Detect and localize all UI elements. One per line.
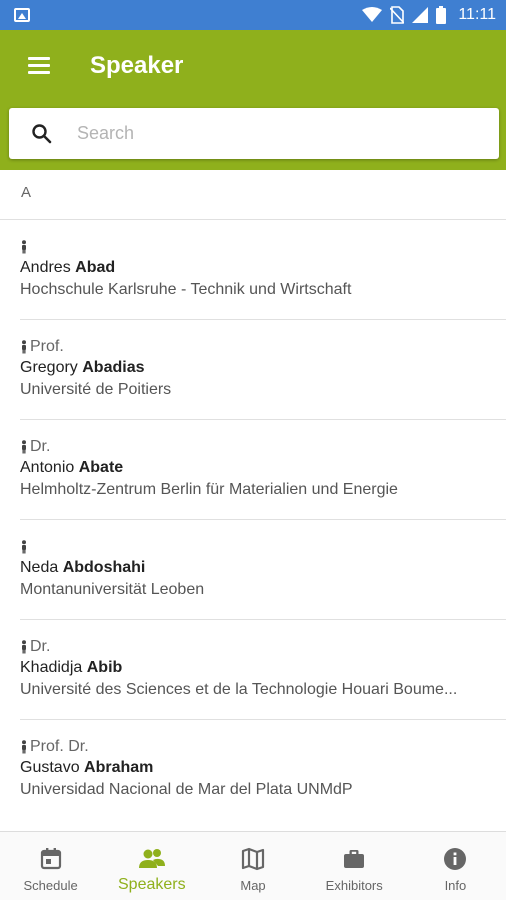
speaker-last-name: Abadias <box>82 359 145 376</box>
nav-label: Schedule <box>23 878 78 893</box>
nav-label: Info <box>444 878 467 893</box>
nav-map[interactable]: Map <box>202 832 303 900</box>
speaker-first-name: Andres <box>20 259 71 276</box>
speaker-last-name: Abib <box>86 659 123 676</box>
speaker-name: Gregory Abadias <box>20 359 145 377</box>
status-bar: 11:11 <box>0 0 506 30</box>
nav-label: Exhibitors <box>325 878 383 893</box>
wifi-icon <box>362 7 383 22</box>
app-bar: Speaker <box>0 30 506 170</box>
speaker-first-name: Antonio <box>20 459 75 476</box>
speaker-name: Andres Abad <box>20 259 115 277</box>
image-notification-icon <box>14 8 30 22</box>
speaker-name: Neda Abdoshahi <box>20 559 145 577</box>
speaker-name: Antonio Abate <box>20 459 123 477</box>
speaker-row[interactable]: Neda Abdoshahi Montanuniversität Leoben <box>20 520 506 620</box>
speaker-academic-title: Prof. <box>30 338 64 355</box>
nav-speakers[interactable]: Speakers <box>101 832 202 900</box>
speaker-first-name: Gustavo <box>20 759 80 776</box>
menu-icon[interactable] <box>28 57 52 75</box>
speaker-last-name: Abate <box>78 459 124 476</box>
person-icon <box>22 740 26 754</box>
speaker-organization: Université de Poitiers <box>20 381 172 398</box>
nav-label: Map <box>240 878 266 893</box>
map-icon <box>241 847 265 871</box>
calendar-icon <box>40 848 61 870</box>
search-icon <box>32 124 52 144</box>
speaker-first-name: Neda <box>20 559 59 576</box>
search-bar[interactable] <box>9 108 499 159</box>
status-time: 11:11 <box>458 6 496 23</box>
briefcase-icon <box>344 850 365 868</box>
speaker-row[interactable]: Dr. Antonio Abate Helmholtz-Zentrum Berlin… <box>20 420 506 520</box>
speaker-organization: Montanuniversität Leoben <box>20 581 205 598</box>
search-input[interactable] <box>75 108 475 159</box>
speaker-title-line: Prof. Dr. <box>20 737 89 757</box>
info-icon <box>444 848 467 870</box>
speaker-title-line <box>20 537 30 557</box>
speaker-row[interactable]: Prof. Gregory Abadias Université de Poitie… <box>20 320 506 420</box>
section-header: A <box>0 170 506 220</box>
speaker-name: Khadidja Abib <box>20 659 122 677</box>
speaker-academic-title: Dr. <box>30 638 51 655</box>
speaker-list: A Andres Abad Hochschule Karlsruhe - Tech… <box>0 170 506 831</box>
speaker-last-name: Abad <box>75 259 116 276</box>
speaker-academic-title: Dr. <box>30 438 51 455</box>
speaker-first-name: Gregory <box>20 359 78 376</box>
speaker-last-name: Abdoshahi <box>62 559 146 576</box>
battery-icon <box>436 6 447 24</box>
speaker-organization: Hochschule Karlsruhe - Technik und Wirts… <box>20 281 352 298</box>
speaker-row[interactable]: Andres Abad Hochschule Karlsruhe - Techni… <box>20 220 506 320</box>
speaker-organization: Université des Sciences et de la Technol… <box>20 681 458 698</box>
person-icon <box>22 340 26 354</box>
speaker-title-line: Prof. <box>20 337 64 357</box>
nav-label: Speakers <box>118 876 186 893</box>
person-icon <box>22 640 26 654</box>
person-icon <box>22 540 26 554</box>
nav-info[interactable]: Info <box>405 832 506 900</box>
person-icon <box>22 440 26 454</box>
speaker-organization: Universidad Nacional de Mar del Plata UN… <box>20 781 353 798</box>
speaker-organization: Helmholtz-Zentrum Berlin für Materialien… <box>20 481 398 498</box>
speaker-name: Gustavo Abraham <box>20 759 153 777</box>
speaker-first-name: Khadidja <box>20 659 83 676</box>
speaker-academic-title: Prof. Dr. <box>30 738 89 755</box>
speaker-title-line: Dr. <box>20 637 50 657</box>
page-title: Speaker <box>90 52 184 79</box>
nav-exhibitors[interactable]: Exhibitors <box>304 832 405 900</box>
bottom-navigation: Schedule Speakers Map Exhibitors Info <box>0 831 506 900</box>
signal-icon <box>412 7 429 23</box>
speaker-title-line <box>20 237 30 257</box>
speaker-last-name: Abraham <box>84 759 154 776</box>
speaker-row[interactable]: Dr. Khadidja Abib Université des Sciences … <box>20 620 506 720</box>
person-icon <box>22 240 26 254</box>
speaker-row[interactable]: Prof. Dr. Gustavo Abraham Universidad Naci… <box>20 720 506 820</box>
speakers-icon <box>138 849 165 868</box>
nav-schedule[interactable]: Schedule <box>0 832 101 900</box>
speaker-title-line: Dr. <box>20 437 50 457</box>
no-sim-icon <box>390 6 405 24</box>
